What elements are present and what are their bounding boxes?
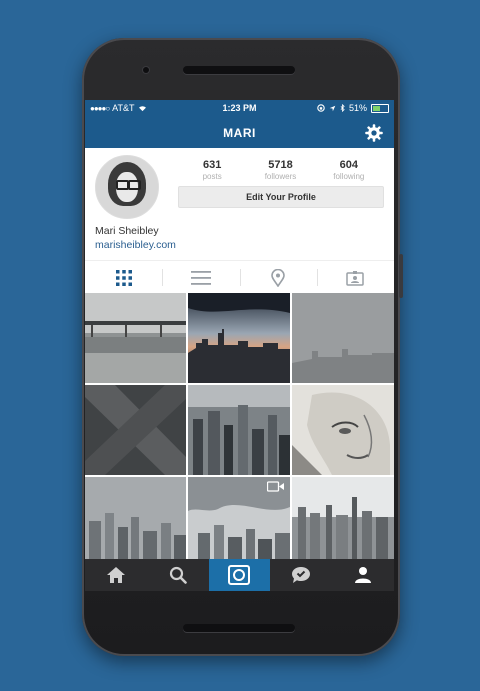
- page-title: MARI: [223, 126, 256, 140]
- photo-tile[interactable]: [188, 477, 290, 567]
- camera-icon: [228, 565, 251, 585]
- posts-label: posts: [202, 172, 222, 181]
- photo-foggy-skyline: [292, 293, 394, 383]
- photo-tile[interactable]: [292, 385, 394, 475]
- photo-tile[interactable]: [292, 293, 394, 383]
- stat-following[interactable]: 604 following: [316, 159, 382, 181]
- tagged-photo-icon: [346, 270, 365, 286]
- photo-tile[interactable]: [85, 385, 186, 475]
- side-button: [399, 254, 403, 298]
- nav-camera[interactable]: [208, 559, 271, 591]
- gear-icon[interactable]: [364, 123, 384, 143]
- edit-profile-button[interactable]: Edit Your Profile: [178, 186, 384, 208]
- location-pin-icon: [271, 268, 285, 287]
- following-count: 604: [339, 159, 358, 171]
- followers-count: 5718: [268, 159, 293, 171]
- profile-header: MARI: [85, 117, 394, 148]
- stat-posts[interactable]: 631 posts: [179, 159, 245, 181]
- nav-search[interactable]: [147, 559, 209, 591]
- location-arrow-icon: [329, 105, 336, 111]
- photo-tile[interactable]: [188, 385, 290, 475]
- rotation-lock-icon: [317, 104, 325, 112]
- status-bar: ●●●●○ AT&T 1:23 PM 51%: [85, 100, 394, 117]
- following-label: following: [333, 172, 365, 181]
- tab-grid-view[interactable]: [85, 261, 162, 294]
- tab-photo-map[interactable]: [239, 261, 317, 294]
- photo-tile[interactable]: [292, 477, 394, 567]
- followers-label: followers: [264, 172, 297, 181]
- photo-tile[interactable]: [85, 293, 186, 383]
- photo-grid: [85, 293, 394, 567]
- photo-aerial-city: [188, 385, 290, 475]
- bluetooth-icon: [340, 104, 345, 112]
- front-camera: [143, 67, 149, 73]
- bottom-navigation: [85, 559, 394, 591]
- photo-tile[interactable]: [188, 293, 290, 383]
- tab-list-view[interactable]: [162, 261, 239, 294]
- view-tabs: [85, 260, 394, 295]
- nav-activity[interactable]: [270, 559, 332, 591]
- photo-face-drawing: [292, 385, 394, 475]
- activity-bubble-icon: [292, 567, 311, 583]
- app-screen: ●●●●○ AT&T 1:23 PM 51% MARI 631 posts 57…: [85, 100, 394, 591]
- photo-tile[interactable]: [85, 477, 186, 567]
- top-speaker: [183, 66, 295, 74]
- search-icon: [169, 566, 187, 584]
- profile-name: Mari Sheibley: [95, 225, 159, 237]
- nav-home[interactable]: [85, 559, 147, 591]
- profile-section: 631 posts 5718 followers 604 following E…: [85, 148, 394, 260]
- battery-icon: [371, 103, 389, 113]
- stat-followers[interactable]: 5718 followers: [247, 159, 313, 181]
- tab-tagged-photos[interactable]: [316, 261, 394, 294]
- profile-website-link[interactable]: marisheibley.com: [95, 239, 176, 251]
- battery-percent: 51%: [348, 103, 367, 113]
- profile-stats: 631 posts 5718 followers 604 following: [178, 159, 383, 181]
- bottom-speaker: [183, 624, 295, 632]
- list-icon: [190, 270, 211, 285]
- photo-pavilion: [85, 293, 186, 383]
- posts-count: 631: [202, 159, 222, 171]
- nav-profile[interactable]: [332, 559, 394, 591]
- avatar[interactable]: [95, 155, 159, 219]
- profile-icon: [355, 567, 372, 583]
- grid-icon: [115, 269, 132, 286]
- photo-abstract-x: [85, 385, 186, 475]
- photo-skyline-dusk: [188, 293, 290, 383]
- home-icon: [106, 567, 125, 583]
- photo-grey-towers: [85, 477, 186, 567]
- video-icon: [267, 481, 284, 492]
- photo-city-panorama: [292, 477, 394, 567]
